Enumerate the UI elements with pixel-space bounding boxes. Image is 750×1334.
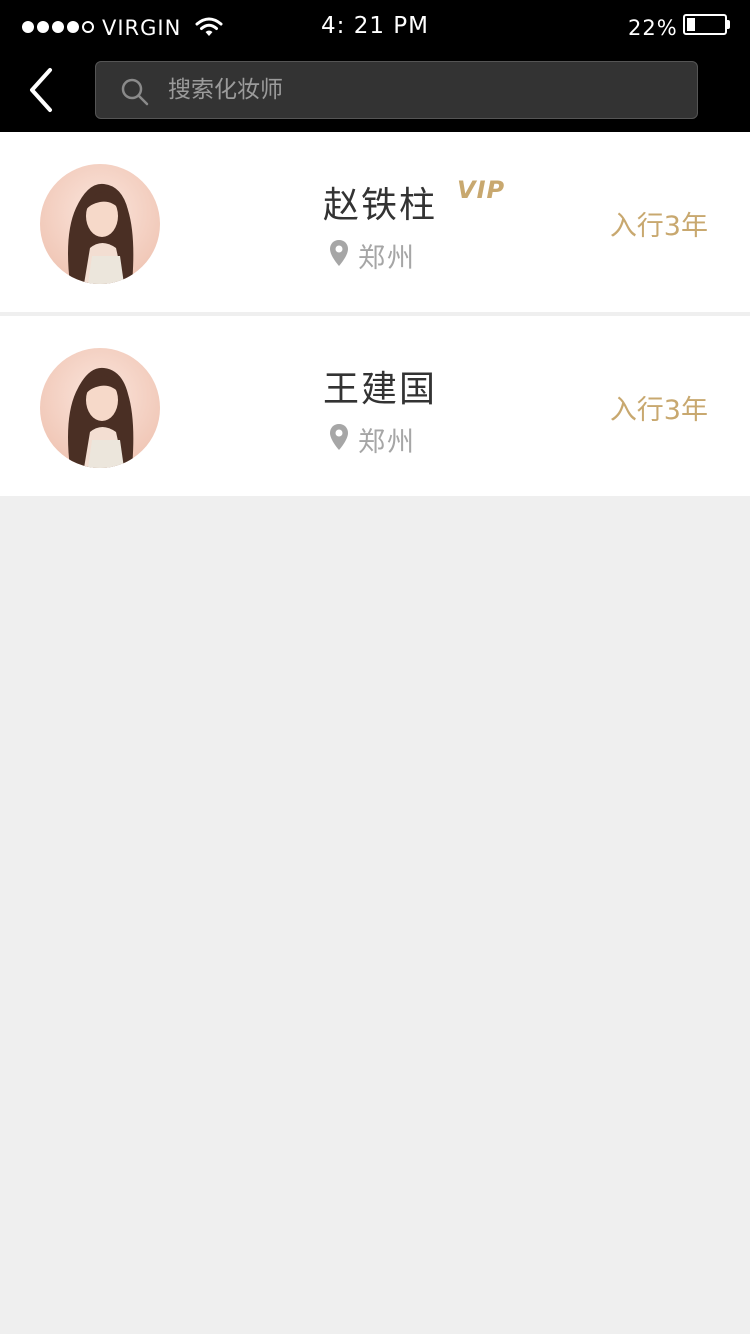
experience-years: 入行3年 bbox=[609, 211, 708, 242]
top-bar: VIRGIN 4: 21 PM 22% bbox=[0, 0, 750, 132]
location-pin-icon bbox=[330, 240, 348, 266]
battery-icon bbox=[683, 14, 727, 35]
artist-list: 赵铁柱 VIP 郑州 入行3年 王建国 郑州 入行3年 bbox=[0, 132, 750, 496]
battery-percent: 22% bbox=[628, 16, 678, 40]
avatar bbox=[40, 164, 160, 284]
search-input[interactable] bbox=[168, 62, 678, 118]
search-icon bbox=[121, 78, 149, 106]
avatar-portrait bbox=[68, 183, 134, 284]
artist-row[interactable]: 王建国 郑州 入行3年 bbox=[0, 316, 750, 496]
experience-years: 入行3年 bbox=[609, 395, 708, 426]
chevron-left-icon bbox=[30, 68, 52, 112]
back-button[interactable] bbox=[22, 66, 62, 114]
artist-row[interactable]: 赵铁柱 VIP 郑州 入行3年 bbox=[0, 132, 750, 312]
artist-name: 王建国 bbox=[323, 369, 438, 410]
vip-badge: VIP bbox=[457, 176, 506, 204]
artist-name: 赵铁柱 bbox=[323, 185, 438, 226]
battery-level bbox=[687, 18, 695, 31]
artist-location: 郑州 bbox=[358, 427, 416, 458]
search-box[interactable] bbox=[95, 61, 698, 119]
battery-tip bbox=[727, 20, 730, 29]
status-bar: VIRGIN 4: 21 PM 22% bbox=[0, 0, 750, 56]
avatar bbox=[40, 348, 160, 468]
avatar-portrait bbox=[68, 367, 134, 468]
location-pin-icon bbox=[330, 424, 348, 450]
artist-location: 郑州 bbox=[358, 243, 416, 274]
